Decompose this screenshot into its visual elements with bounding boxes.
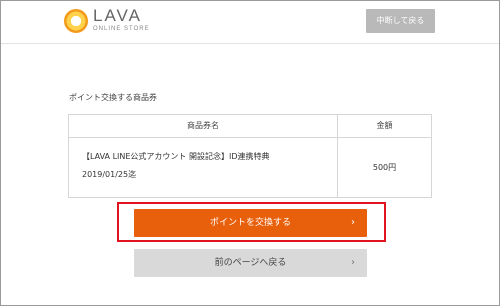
column-header-price: 金額 [376,121,393,130]
lava-logo-icon [64,9,88,33]
voucher-price: 500円 [372,163,397,172]
quit-button[interactable]: 中断して戻る [366,9,435,33]
exchange-points-button[interactable]: ポイントを交換する › [134,209,367,237]
voucher-name: 【LAVA LINE公式アカウント 開設記念】ID連携特典 [82,152,270,161]
table-row: 【LAVA LINE公式アカウント 開設記念】ID連携特典 2019/01/25… [69,138,431,197]
column-header-name: 商品券名 [69,115,338,137]
exchange-button-label: ポイントを交換する [209,218,291,228]
section-title: ポイント交換する商品券 [69,93,157,102]
header: LAVA ONLINE STORE 中断して戻る [1,1,499,44]
voucher-name-cell: 【LAVA LINE公式アカウント 開設記念】ID連携特典 2019/01/25… [69,138,338,197]
chevron-right-icon: › [351,257,355,268]
voucher-expiry: 2019/01/25迄 [82,170,137,179]
chevron-right-icon: › [351,217,355,228]
back-button-label: 前のページへ戻る [214,258,287,268]
back-button[interactable]: 前のページへ戻る › [134,249,367,277]
page-frame: LAVA ONLINE STORE 中断して戻る ポイント交換する商品券 商品券… [0,0,500,306]
logo-text: LAVA [93,6,142,25]
voucher-table: 商品券名 金額 【LAVA LINE公式アカウント 開設記念】ID連携特典 20… [68,114,432,198]
logo-subtext: ONLINE STORE [93,26,150,32]
table-header-row: 商品券名 金額 [69,115,431,138]
